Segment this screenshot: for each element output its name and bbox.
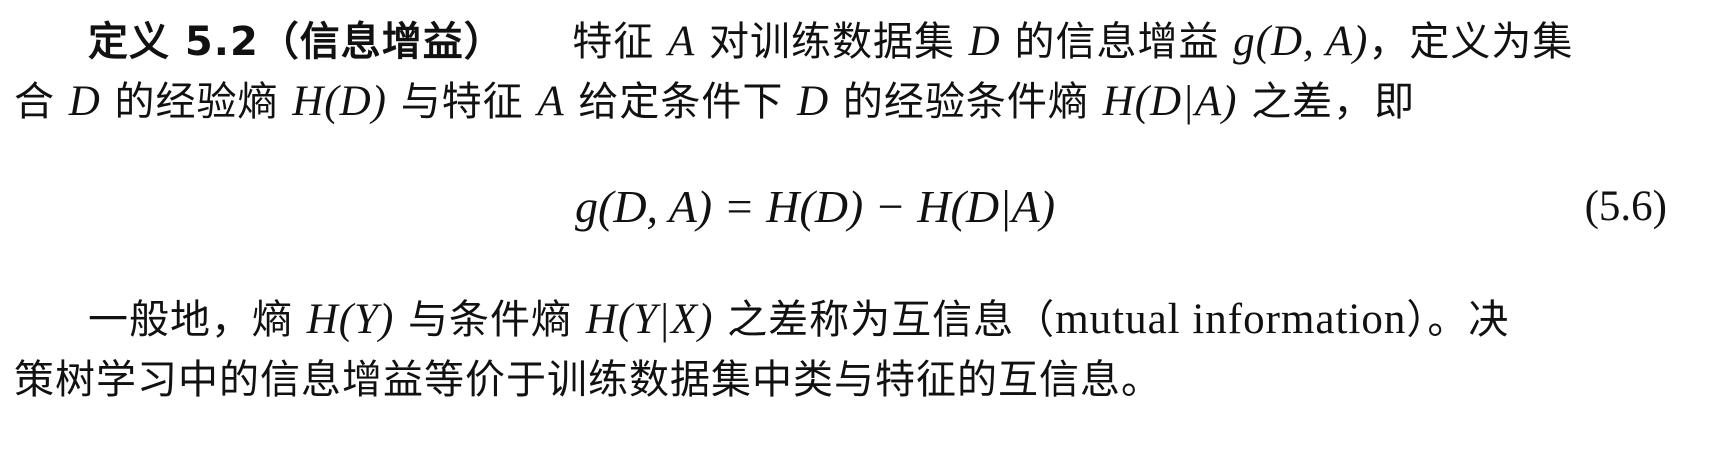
paragraph-line-1: 一般地，熵 H(Y) 与条件熵 H(Y|X) 之差称为互信息（mutual in… <box>88 290 1509 350</box>
paragraph-text-2: 与条件熵 <box>408 297 573 343</box>
paragraph-text-4: ）。决 <box>1406 297 1510 343</box>
equation-5-6: g(D, A) = H(D) − H(D|A) <box>575 181 1056 232</box>
definition-name: （信息增益） <box>258 19 505 65</box>
definition-line-2: 合 D 的经验熵 H(D) 与特征 A 给定条件下 D 的经验条件熵 H(D|A… <box>14 72 1415 132</box>
definition-text-3: 的信息增益 <box>1014 19 1220 65</box>
definition-text-1: 特征 <box>572 19 655 65</box>
definition-text-6: 的经验熵 <box>114 79 279 125</box>
paragraph-line-2: 策树学习中的信息增益等价于训练数据集中类与特征的互信息。 <box>14 357 1162 403</box>
symbol-HY: H(Y) <box>306 296 395 343</box>
definition-label: 定义 5.2 <box>88 19 259 65</box>
symbol-A-2: A <box>537 78 565 125</box>
symbol-D-3: D <box>797 78 830 125</box>
mutual-information-term: mutual information <box>1055 296 1407 343</box>
definition-text-7: 与特征 <box>400 79 524 125</box>
definition-text-5: 合 <box>14 79 55 125</box>
definition-text-2: 对训练数据集 <box>708 19 955 65</box>
symbol-D: D <box>968 18 1001 65</box>
symbol-A: A <box>667 18 696 65</box>
definition-text-10: 之差，即 <box>1251 79 1416 125</box>
definition-text-9: 的经验条件熵 <box>842 79 1089 125</box>
symbol-HYX: H(Y|X) <box>585 296 714 343</box>
symbol-HD: H(D) <box>292 78 387 125</box>
definition-text-4: ，定义为集 <box>1368 19 1574 65</box>
definition-line-1: 定义 5.2（信息增益） 特征 A 对训练数据集 D 的信息增益 g(D, A)… <box>88 12 1573 72</box>
symbol-D-2: D <box>68 78 101 125</box>
symbol-gDA: g(D, A) <box>1233 18 1369 65</box>
symbol-HDA: H(D|A) <box>1102 78 1238 125</box>
equation-number: (5.6) <box>1584 183 1667 230</box>
paragraph-text-3: 之差称为互信息（ <box>727 297 1056 343</box>
paragraph-text-1: 一般地，熵 <box>88 297 293 343</box>
definition-text-8: 给定条件下 <box>578 79 784 125</box>
